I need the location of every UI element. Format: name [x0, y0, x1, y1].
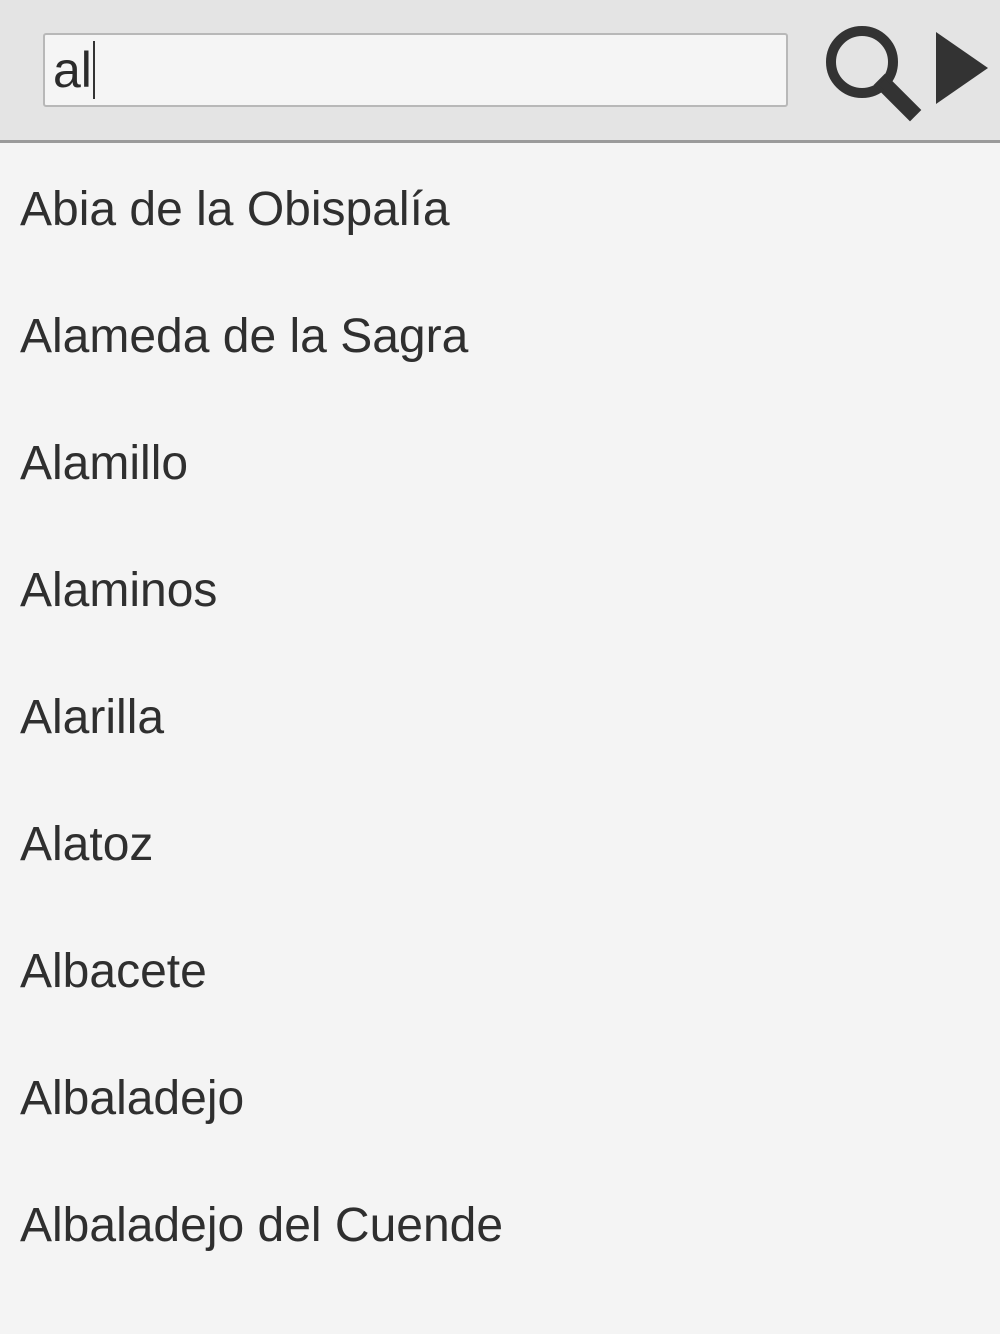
search-button[interactable] [822, 22, 922, 122]
list-item[interactable]: Alamillo [0, 400, 1000, 527]
list-item[interactable]: Alatoz [0, 781, 1000, 908]
search-icon [826, 26, 922, 122]
text-caret [92, 41, 95, 99]
search-toolbar: al [0, 0, 1000, 143]
list-item[interactable]: Albaladejo del Cuende [0, 1162, 1000, 1289]
search-input[interactable]: al [43, 33, 788, 107]
list-item[interactable]: Abia de la Obispalía [0, 146, 1000, 273]
list-item[interactable]: Alarilla [0, 654, 1000, 781]
list-item[interactable]: Albacete [0, 908, 1000, 1035]
go-button[interactable] [930, 28, 992, 108]
search-input-value: al [53, 42, 92, 98]
list-item[interactable]: Alameda de la Sagra [0, 273, 1000, 400]
results-list: Abia de la Obispalía Alameda de la Sagra… [0, 146, 1000, 1289]
list-item[interactable]: Albaladejo [0, 1035, 1000, 1162]
play-arrow-icon [936, 32, 988, 104]
list-item[interactable]: Alaminos [0, 527, 1000, 654]
